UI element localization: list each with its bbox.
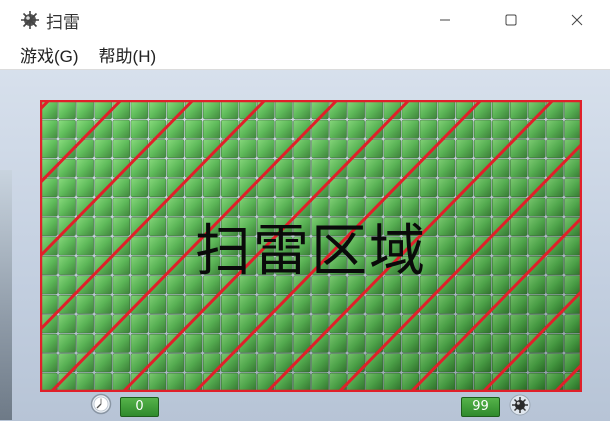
menu-game[interactable]: 游戏(G) — [10, 42, 89, 67]
minimize-icon — [440, 19, 450, 21]
menu-bar: 游戏(G) 帮助(H) — [0, 40, 610, 70]
background-edge — [0, 170, 12, 420]
close-icon — [571, 14, 583, 26]
menu-help[interactable]: 帮助(H) — [89, 42, 167, 67]
mines-counter: 99 — [461, 397, 500, 417]
window-title: 扫雷 — [46, 12, 80, 32]
minesweeper-window: 扫雷 游戏(G) 帮助(H) 扫雷区域 0 99 — [0, 0, 610, 421]
clock-icon — [90, 393, 112, 415]
minefield-grid[interactable] — [40, 100, 582, 392]
timer-display: 0 — [120, 397, 159, 417]
minefield[interactable]: 扫雷区域 — [40, 100, 582, 392]
maximize-icon — [505, 14, 517, 26]
mine-icon — [21, 11, 39, 29]
maximize-button[interactable] — [478, 0, 544, 40]
close-button[interactable] — [544, 0, 610, 40]
window-controls — [412, 0, 610, 40]
minimize-button[interactable] — [412, 0, 478, 40]
mine-icon — [509, 394, 531, 416]
title-bar[interactable]: 扫雷 — [0, 0, 610, 40]
